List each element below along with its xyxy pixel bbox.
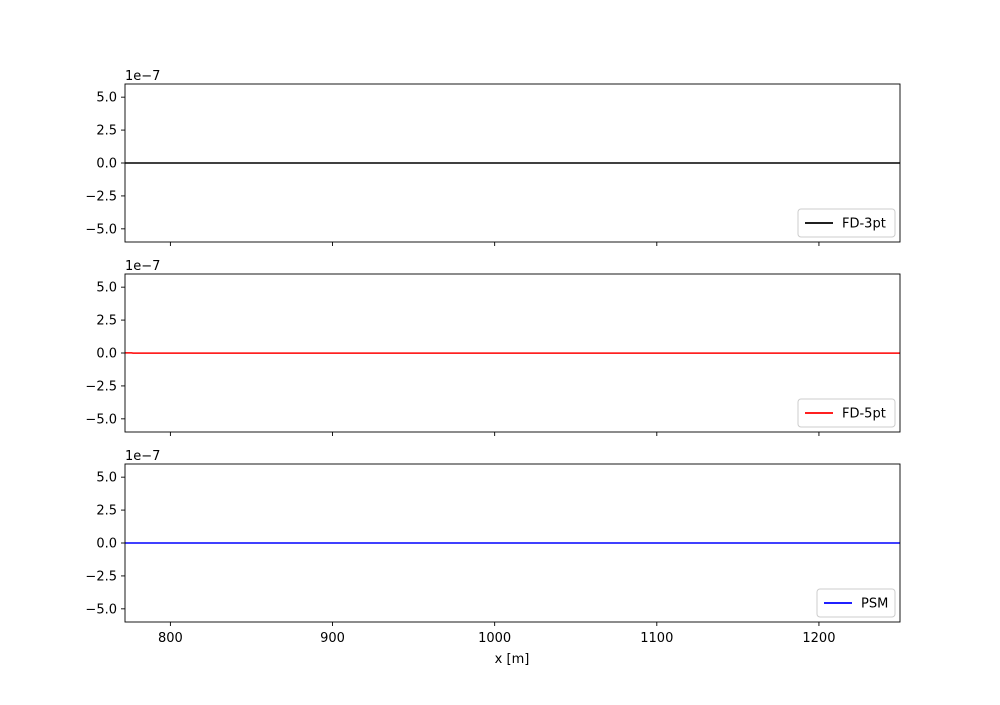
stacked-line-chart: 5.0 2.5 0.0 −2.5 −5.0 1e−7 FD-3pt 5.0 2.5 0.0 −2.5…	[0, 0, 1000, 700]
y-tick-label-2-4: −2.5	[85, 379, 117, 394]
x-tick-label-1: 800	[158, 631, 183, 646]
y-tick-label-3-4: −2.5	[85, 569, 117, 584]
y-tick-label-2-3: 0.0	[96, 347, 117, 362]
legend-1: FD-3pt	[798, 209, 895, 237]
y-tick-label-2-2: 2.5	[96, 314, 117, 329]
legend-2: FD-5pt	[798, 399, 895, 427]
y-tick-label-3-1: 5.0	[96, 471, 117, 486]
y-tick-label-1-4: −2.5	[85, 189, 117, 204]
y-tick-label-3-2: 2.5	[96, 504, 117, 519]
offset-text-3: 1e−7	[125, 449, 160, 464]
legend-label-2: FD-5pt	[842, 407, 886, 422]
y-tick-label-1-1: 5.0	[96, 91, 117, 106]
y-tick-label-2-1: 5.0	[96, 281, 117, 296]
y-tick-label-1-2: 2.5	[96, 124, 117, 139]
y-tick-label-1-3: 0.0	[96, 157, 117, 172]
legend-3: PSM	[817, 589, 895, 617]
x-axis-label: x [m]	[495, 652, 530, 667]
offset-text-1: 1e−7	[125, 69, 160, 84]
legend-label-3: PSM	[861, 597, 888, 612]
y-tick-label-1-5: −5.0	[85, 222, 117, 237]
y-tick-label-2-5: −5.0	[85, 412, 117, 427]
x-tick-label-4: 1100	[640, 631, 673, 646]
offset-text-2: 1e−7	[125, 259, 160, 274]
legend-label-1: FD-3pt	[842, 217, 886, 232]
y-tick-label-3-3: 0.0	[96, 537, 117, 552]
x-tick-label-2: 900	[320, 631, 345, 646]
y-tick-label-3-5: −5.0	[85, 602, 117, 617]
x-tick-label-3: 1000	[478, 631, 511, 646]
figure: 5.0 2.5 0.0 −2.5 −5.0 1e−7 FD-3pt 5.0 2.5 0.0 −2.5…	[0, 0, 1000, 700]
x-tick-label-5: 1200	[802, 631, 835, 646]
